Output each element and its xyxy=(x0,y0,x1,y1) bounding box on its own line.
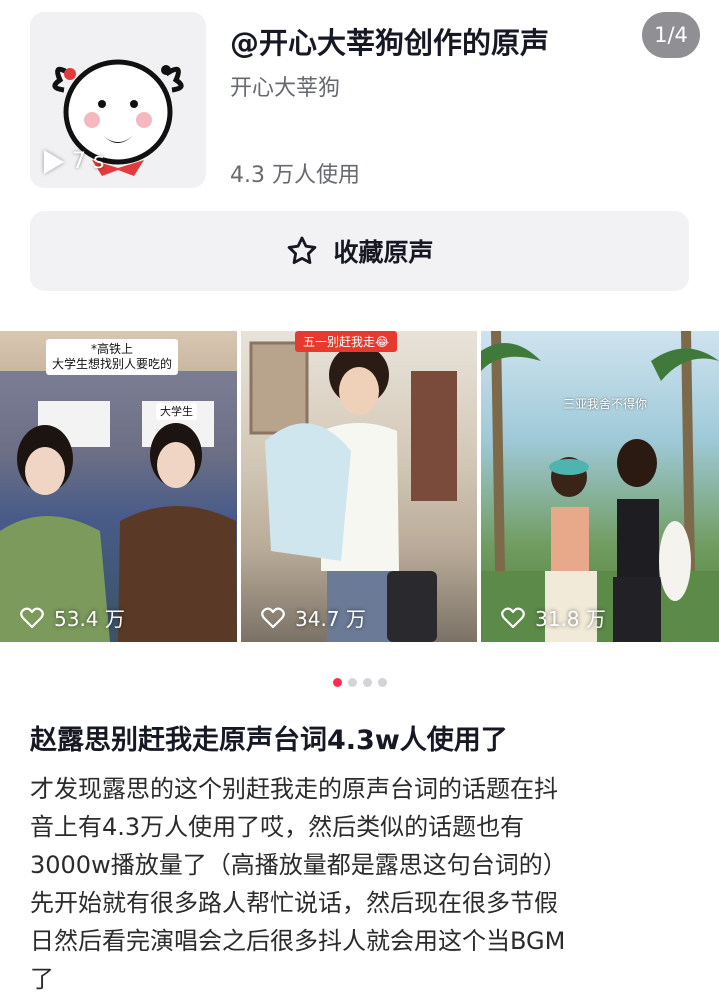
post-title: 赵露思别赶我走原声台词4.3w人使用了 xyxy=(30,725,508,756)
caption-line: 大学生想找别人要吃的 xyxy=(52,357,173,371)
likes-count: 31.8 万 xyxy=(535,607,606,631)
video-scene xyxy=(481,331,719,642)
video-grid: *高铁上 大学生想找别人要吃的 大学生 53.4 万 五一别赶我走😂 34.7 … xyxy=(0,331,719,642)
post-body-line: 才发现露思的这个别赶我走的原声台词的话题在抖 xyxy=(30,775,558,803)
carousel-dot[interactable] xyxy=(362,678,372,687)
likes-counter: 31.8 万 xyxy=(501,603,606,632)
likes-count: 53.4 万 xyxy=(54,607,125,631)
carousel-dot[interactable] xyxy=(347,678,357,687)
sound-card: 7 s @开心大莘狗创作的原声 开心大莘狗 4.3 万人使用 1/4 收藏原声 xyxy=(0,0,719,300)
video-thumbnail[interactable]: 五一别赶我走😂 34.7 万 xyxy=(241,331,477,642)
caption-line: *高铁上 xyxy=(91,342,134,356)
carousel-dots xyxy=(0,678,719,687)
page-indicator: 1/4 xyxy=(642,12,700,58)
video-thumbnail[interactable]: 三亚我舍不得你 31.8 万 xyxy=(481,331,719,642)
post-body-line: 先开始就有很多路人帮忙说话，然后现在很多节假 xyxy=(30,889,558,917)
carousel-dot[interactable] xyxy=(332,678,342,687)
favorite-sound-button[interactable]: 收藏原声 xyxy=(30,211,689,291)
sign-label: 大学生 xyxy=(156,403,197,420)
video-scene xyxy=(249,341,457,642)
duration-label: 7 s xyxy=(44,149,104,174)
star-icon xyxy=(288,236,317,265)
heart-icon xyxy=(261,607,285,629)
video-overlay-text: 三亚我舍不得你 xyxy=(563,397,648,411)
usage-count: 4.3 万人使用 xyxy=(230,163,360,188)
favorite-sound-label: 收藏原声 xyxy=(333,238,434,267)
post-body-line: 日然后看完演唱会之后很多抖人就会用这个当BGM xyxy=(30,927,566,955)
sound-cover[interactable]: 7 s xyxy=(30,12,206,188)
video-thumbnail[interactable]: *高铁上 大学生想找别人要吃的 大学生 53.4 万 xyxy=(0,331,237,642)
sound-author[interactable]: 开心大莘狗 xyxy=(230,70,340,102)
post-body-line: 3000w播放量了（高播放量都是露思这句台词的） xyxy=(30,851,567,879)
post-body: 才发现露思的这个别赶我走的原声台词的话题在抖 音上有4.3万人使用了哎，然后类似… xyxy=(30,770,696,998)
duration-text: 7 s xyxy=(72,149,105,174)
sound-title: @开心大莘狗创作的原声 xyxy=(230,26,550,60)
heart-icon xyxy=(501,607,525,629)
carousel-dot[interactable] xyxy=(377,678,387,687)
post-body-line: 音上有4.3万人使用了哎，然后类似的话题也有 xyxy=(30,813,525,841)
video-scene xyxy=(0,371,237,642)
likes-count: 34.7 万 xyxy=(295,607,366,631)
likes-counter: 53.4 万 xyxy=(20,603,125,632)
play-icon[interactable] xyxy=(44,149,64,174)
post-body-line: 了 xyxy=(30,965,54,993)
video-caption: *高铁上 大学生想找别人要吃的 xyxy=(46,339,179,375)
video-tag: 五一别赶我走😂 xyxy=(295,331,398,352)
likes-counter: 34.7 万 xyxy=(261,603,366,632)
heart-icon xyxy=(20,607,44,629)
